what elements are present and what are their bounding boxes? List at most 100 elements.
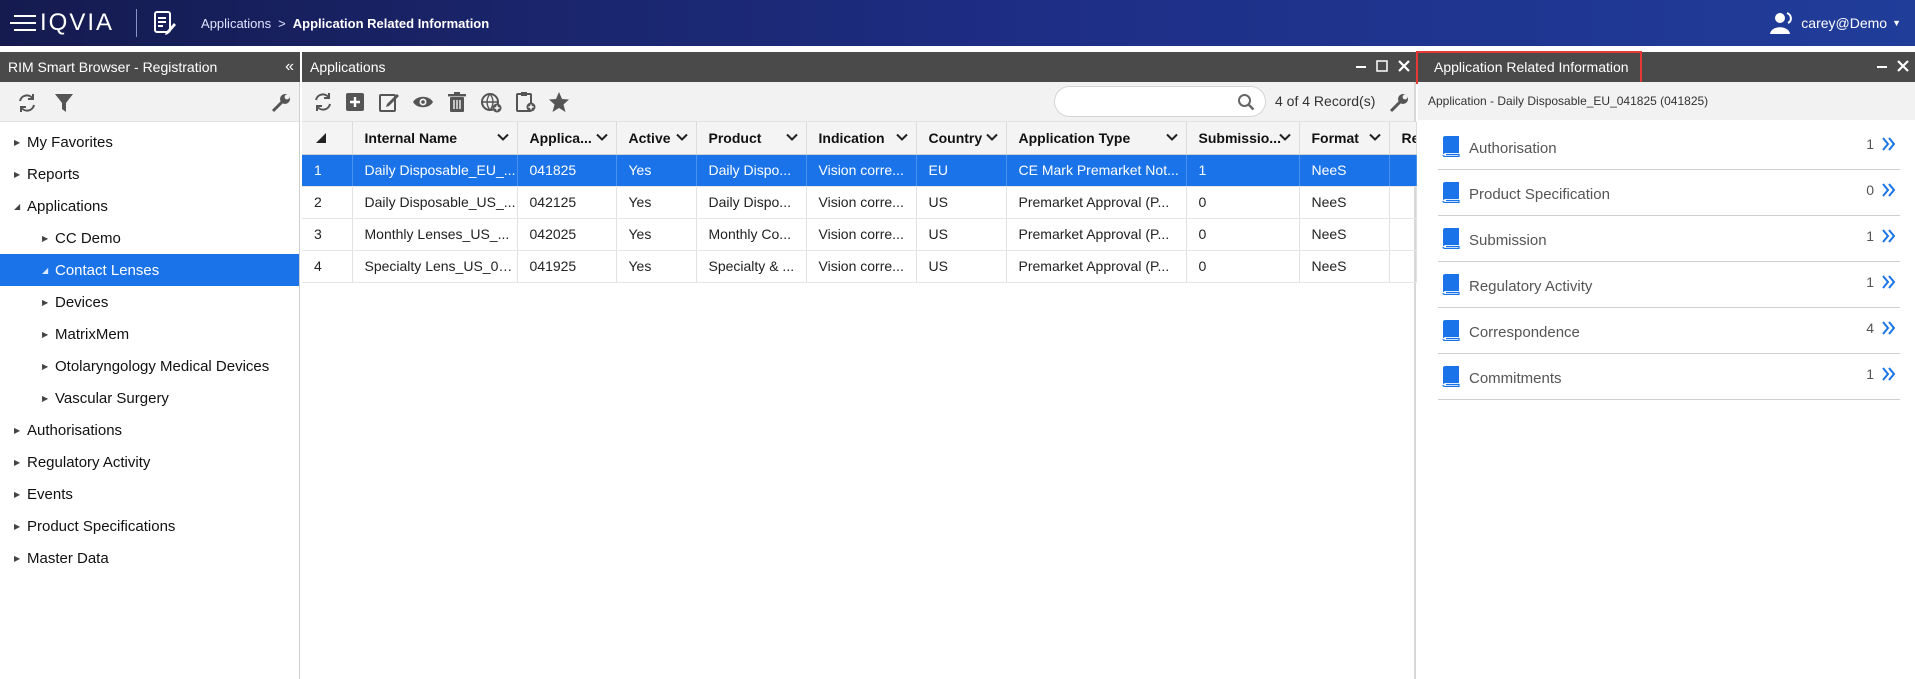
navigation-tree: ▶ My Favorites ▶ Reports ◢ Applications ▶ CC De…: [0, 122, 299, 574]
double-chevron-right-icon[interactable]: [1882, 228, 1896, 247]
table-cell: Yes: [616, 154, 697, 187]
collapsed-arrow-icon[interactable]: ▶: [42, 330, 52, 339]
search-input[interactable]: [1067, 87, 1237, 116]
book-icon: [1442, 227, 1460, 252]
tree-item-label: MatrixMem: [55, 325, 130, 343]
column-header-format[interactable]: Format: [1299, 122, 1390, 155]
tree-item-matrixmem[interactable]: ▶ MatrixMem: [0, 318, 299, 350]
collapsed-arrow-icon[interactable]: ▶: [42, 362, 52, 371]
globe-add-icon[interactable]: [480, 91, 502, 116]
column-dropdown-icon[interactable]: [985, 130, 998, 146]
column-dropdown-icon[interactable]: [1165, 130, 1178, 146]
column-dropdown-icon[interactable]: [595, 130, 608, 146]
tree-item-reports[interactable]: ▶ Reports: [0, 158, 299, 190]
column-dropdown-icon[interactable]: [785, 130, 798, 146]
close-icon[interactable]: [1897, 59, 1909, 75]
edit-icon[interactable]: [378, 91, 400, 116]
related-item-correspondence[interactable]: Correspondence 4: [1438, 308, 1900, 354]
column-header-product[interactable]: Product: [696, 122, 807, 155]
column-header-applica[interactable]: Applica...: [517, 122, 617, 155]
related-item-product-specification[interactable]: Product Specification 0: [1438, 170, 1900, 216]
related-item-submission[interactable]: Submission 1: [1438, 216, 1900, 262]
column-header-indication[interactable]: Indication: [806, 122, 917, 155]
column-header-country[interactable]: Country: [916, 122, 1007, 155]
tree-item-devices[interactable]: ▶ Devices: [0, 286, 299, 318]
search-box[interactable]: [1054, 86, 1266, 117]
close-icon[interactable]: [1398, 59, 1410, 75]
table-cell: Daily Disposable_EU_...: [352, 154, 518, 187]
wrench-icon[interactable]: [270, 92, 292, 117]
column-header-internal-name[interactable]: Internal Name: [352, 122, 518, 155]
table-row[interactable]: 2 Daily Disposable_US_... 042125 Yes Daily D…: [302, 186, 1417, 219]
double-chevron-right-icon[interactable]: [1882, 182, 1896, 201]
iqvia-logo[interactable]: IQVIA: [10, 0, 114, 46]
column-dropdown-icon[interactable]: [1368, 130, 1381, 146]
table-cell: 042125: [517, 186, 617, 219]
collapsed-arrow-icon[interactable]: ▶: [42, 234, 52, 243]
tree-item-my-favorites[interactable]: ▶ My Favorites: [0, 126, 299, 158]
column-header-re[interactable]: Re: [1389, 122, 1417, 155]
related-item-commitments[interactable]: Commitments 1: [1438, 354, 1900, 400]
double-chevron-right-icon[interactable]: [1882, 320, 1896, 339]
double-chevron-right-icon[interactable]: [1882, 274, 1896, 293]
table-row[interactable]: 1 Daily Disposable_EU_... 041825 Yes Daily D…: [302, 154, 1417, 187]
double-chevron-right-icon[interactable]: [1882, 136, 1896, 155]
collapsed-arrow-icon[interactable]: ▶: [14, 554, 24, 563]
collapsed-arrow-icon[interactable]: ▶: [14, 170, 24, 179]
tree-item-regulatory-activity[interactable]: ▶ Regulatory Activity: [0, 446, 299, 478]
related-item-authorisation[interactable]: Authorisation 1: [1438, 124, 1900, 170]
favorite-star-icon[interactable]: [548, 91, 570, 116]
column-header-application-type[interactable]: Application Type: [1006, 122, 1187, 155]
user-menu[interactable]: carey@Demo ▼: [1767, 0, 1901, 46]
related-item-count: 1: [1866, 228, 1874, 244]
column-header-active[interactable]: Active: [616, 122, 697, 155]
column-dropdown-icon[interactable]: [496, 130, 509, 146]
maximize-icon[interactable]: [1376, 59, 1388, 75]
table-cell: [1389, 218, 1417, 251]
view-icon[interactable]: [412, 91, 434, 116]
tree-item-contact-lenses[interactable]: ◢ Contact Lenses: [0, 254, 299, 286]
collapsed-arrow-icon[interactable]: ▶: [42, 298, 52, 307]
refresh-icon[interactable]: [312, 91, 334, 116]
collapse-panel-icon[interactable]: «: [285, 58, 294, 76]
minimize-icon[interactable]: [1356, 59, 1366, 75]
expanded-arrow-icon[interactable]: ◢: [14, 202, 24, 211]
table-cell: NeeS: [1299, 186, 1390, 219]
wrench-icon[interactable]: [1388, 92, 1410, 117]
collapsed-arrow-icon[interactable]: ▶: [42, 394, 52, 403]
document-edit-icon[interactable]: [151, 9, 179, 37]
collapsed-arrow-icon[interactable]: ▶: [14, 138, 24, 147]
tree-item-otolaryngology-medical-devices[interactable]: ▶ Otolaryngology Medical Devices: [0, 350, 299, 382]
column-dropdown-icon[interactable]: [1278, 130, 1291, 146]
add-icon[interactable]: [344, 91, 366, 116]
column-dropdown-icon[interactable]: [675, 130, 688, 146]
delete-icon[interactable]: [446, 91, 468, 116]
related-item-regulatory-activity[interactable]: Regulatory Activity 1: [1438, 262, 1900, 308]
search-icon[interactable]: [1237, 93, 1255, 114]
tree-item-cc-demo[interactable]: ▶ CC Demo: [0, 222, 299, 254]
tree-item-vascular-surgery[interactable]: ▶ Vascular Surgery: [0, 382, 299, 414]
double-chevron-right-icon[interactable]: [1882, 366, 1896, 385]
book-icon: [1442, 365, 1460, 390]
minimize-icon[interactable]: [1877, 59, 1887, 75]
tree-item-authorisations[interactable]: ▶ Authorisations: [0, 414, 299, 446]
tree-item-applications[interactable]: ◢ Applications: [0, 190, 299, 222]
collapsed-arrow-icon[interactable]: ▶: [14, 490, 24, 499]
breadcrumb-applications[interactable]: Applications: [201, 16, 271, 31]
clipboard-add-icon[interactable]: [514, 91, 536, 116]
collapsed-arrow-icon[interactable]: ▶: [14, 426, 24, 435]
tree-item-events[interactable]: ▶ Events: [0, 478, 299, 510]
collapsed-arrow-icon[interactable]: ▶: [14, 522, 24, 531]
tree-item-product-specifications[interactable]: ▶ Product Specifications: [0, 510, 299, 542]
select-all-header[interactable]: [302, 122, 353, 155]
table-row[interactable]: 3 Monthly Lenses_US_... 042025 Yes Monthly C…: [302, 218, 1417, 251]
column-header-submissio[interactable]: Submissio...: [1186, 122, 1300, 155]
table-row[interactable]: 4 Specialty Lens_US_04... 041925 Yes Special…: [302, 250, 1417, 283]
table-cell: US: [916, 250, 1007, 283]
expanded-arrow-icon[interactable]: ◢: [42, 266, 52, 275]
tree-item-master-data[interactable]: ▶ Master Data: [0, 542, 299, 574]
column-dropdown-icon[interactable]: [895, 130, 908, 146]
filter-icon[interactable]: [53, 92, 75, 117]
refresh-icon[interactable]: [16, 92, 38, 117]
collapsed-arrow-icon[interactable]: ▶: [14, 458, 24, 467]
